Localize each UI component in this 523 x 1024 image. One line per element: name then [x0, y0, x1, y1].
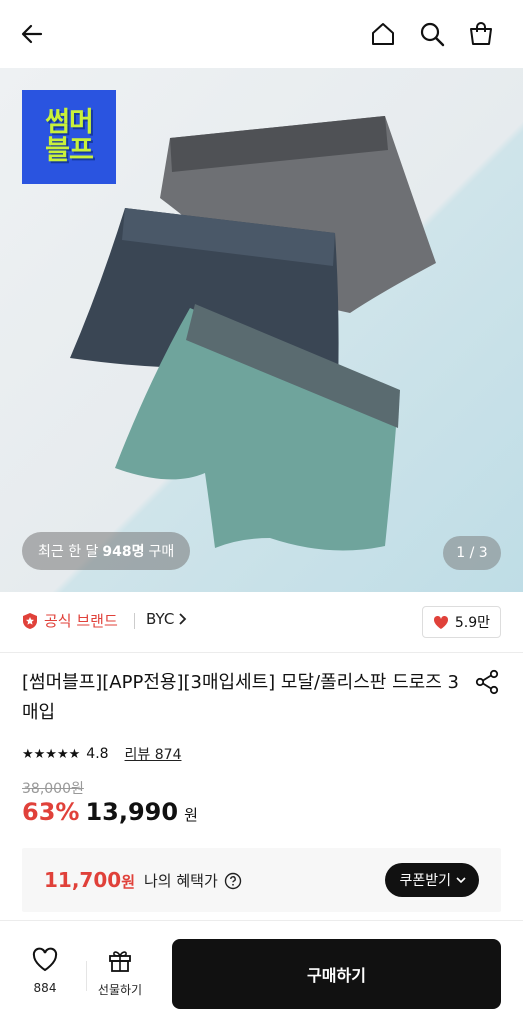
official-shield-icon: [23, 612, 37, 629]
share-icon[interactable]: [473, 668, 501, 696]
benefit-price-currency: 원: [121, 873, 135, 891]
buy-button[interactable]: 구매하기: [172, 939, 501, 1009]
discount-rate: 63%: [22, 798, 80, 826]
price-currency: 원: [184, 806, 198, 824]
recent-buyers-suffix: 구매: [148, 544, 175, 560]
gift-button[interactable]: 선물하기: [90, 947, 150, 998]
my-benefit-box: 11,700원 나의 혜택가 쿠폰받기: [22, 848, 501, 912]
bottom-bar-divider: [86, 961, 87, 991]
top-app-bar: [0, 0, 523, 68]
product-title: [썸머블프][APP전용][3매입세트] 모달/폴리스판 드로즈 3매입: [22, 672, 459, 723]
shopping-bag-icon[interactable]: [465, 18, 497, 50]
heart-outline-icon: [32, 947, 58, 972]
badge-line-2: 블프: [45, 135, 94, 166]
rating-row: ★★★★★ 4.8 리뷰 874: [22, 742, 181, 766]
product-image-carousel[interactable]: 썸머 블프 최근 한 달 948명 구매 1 / 3: [0, 68, 523, 592]
star-rating-icon: ★★★★★: [22, 746, 81, 762]
search-icon[interactable]: [416, 18, 448, 50]
wishlist-button[interactable]: 884: [15, 947, 75, 995]
heart-filled-icon: [433, 615, 448, 629]
recent-buyers-pill: 최근 한 달 948명 구매: [22, 532, 191, 570]
price-row: 63% 13,990 원: [22, 798, 198, 826]
benefit-label[interactable]: 나의 혜택가: [144, 870, 242, 891]
benefit-label-text: 나의 혜택가: [144, 872, 218, 890]
brand-row: 공식 브랜드 BYC 5.9만: [0, 600, 523, 644]
brand-name: BYC: [146, 610, 175, 628]
brand-divider: [134, 613, 135, 629]
image-page-indicator: 1 / 3: [443, 536, 501, 570]
bottom-action-bar: 884 선물하기 구매하기: [0, 920, 523, 1024]
brand-link[interactable]: BYC: [146, 610, 188, 628]
back-arrow-icon[interactable]: [16, 18, 48, 50]
help-question-icon: [224, 872, 241, 889]
reviews-link[interactable]: 리뷰 874: [125, 744, 182, 764]
gift-icon: [109, 951, 131, 972]
section-divider: [0, 652, 523, 653]
official-brand-text: 공식 브랜드: [44, 612, 118, 630]
recent-buyers-count: 948명: [102, 544, 145, 560]
like-count: 5.9만: [454, 615, 490, 631]
chevron-down-icon: [456, 877, 466, 884]
home-icon[interactable]: [367, 18, 399, 50]
badge-line-1: 썸머: [45, 107, 94, 138]
wish-count: 884: [33, 981, 57, 995]
coupon-button-label: 쿠폰받기: [399, 873, 451, 889]
summer-black-friday-badge: 썸머 블프: [22, 90, 116, 184]
like-button[interactable]: 5.9만: [421, 606, 501, 638]
benefit-price: 11,700원: [44, 868, 135, 892]
get-coupon-button[interactable]: 쿠폰받기: [385, 863, 479, 897]
rating-value: 4.8: [86, 746, 109, 762]
original-price: 38,000원: [22, 781, 84, 797]
recent-buyers-prefix: 최근 한 달: [38, 544, 99, 560]
official-brand-label: 공식 브랜드: [22, 610, 118, 631]
chevron-right-icon: [179, 613, 187, 625]
gift-label: 선물하기: [97, 983, 143, 997]
benefit-price-value: 11,700: [44, 868, 122, 892]
sale-price: 13,990: [85, 798, 179, 826]
